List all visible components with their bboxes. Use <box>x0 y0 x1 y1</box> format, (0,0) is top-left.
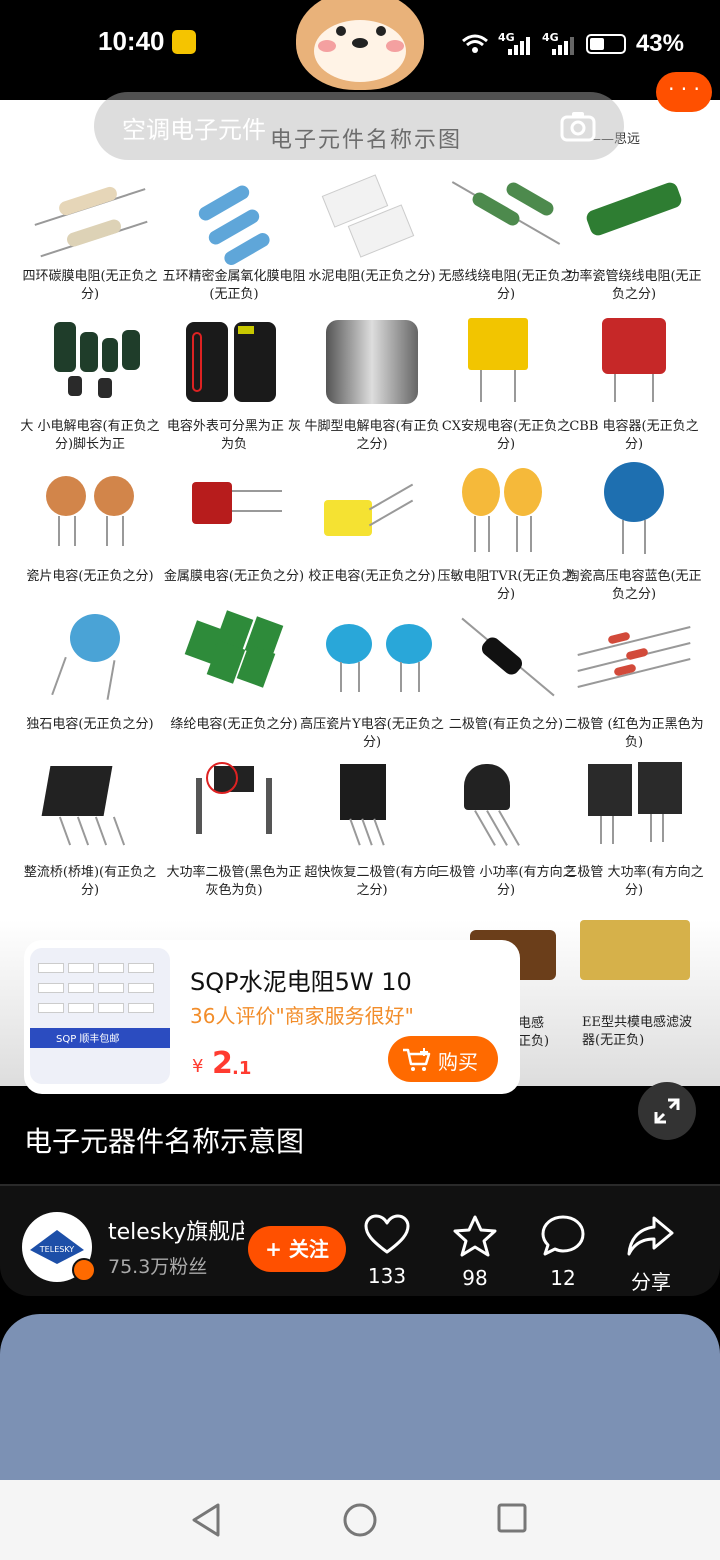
author-bar: TELESKY telesky旗舰店 75.3万粉丝 + 关注 133 98 1… <box>0 1186 720 1296</box>
component-partial <box>580 920 690 980</box>
product-card[interactable]: SQP 顺丰包邮 SQP水泥电阻5W 10 36人评价"商家服务很好" ¥ 2 … <box>24 940 520 1094</box>
price-integer: 2 <box>212 1046 233 1081</box>
system-nav-bar <box>0 1480 720 1560</box>
component-cell: 超快恢复二极管(有方向之分) <box>300 758 444 900</box>
component-cell: 五环精密金属氧化膜电阻(无正负) <box>162 162 306 304</box>
component-cell: 金属膜电容(无正负之分) <box>162 462 306 586</box>
menu-button[interactable]: · · · <box>656 72 712 112</box>
shop-badge-icon <box>72 1258 96 1282</box>
component-cell: 功率瓷管绕线电阻(无正负之分) <box>562 162 706 304</box>
component-cell: 无感线绕电阻(无正负之分) <box>434 162 578 304</box>
component-cell: 瓷片电容(无正负之分) <box>18 462 162 586</box>
cart-icon <box>403 1048 431 1071</box>
price-symbol: ¥ <box>192 1056 204 1077</box>
post-image[interactable]: 电子元件名称示图 ——思远 四环碳膜电阻(无正负之分) 五环精密金属氧化膜电阻(… <box>0 100 720 1086</box>
component-cell: 三极管 小功率(有方向之分) <box>434 758 578 900</box>
share-button[interactable]: 分享 <box>616 1214 686 1295</box>
product-name: SQP水泥电阻5W 10 <box>190 968 412 996</box>
product-review: 36人评价"商家服务很好" <box>190 1004 414 1028</box>
next-post-card[interactable] <box>0 1314 720 1484</box>
search-input[interactable]: 空调电子元件 <box>94 92 624 160</box>
battery-percent: 43% <box>635 30 684 57</box>
nav-recent-icon[interactable] <box>496 1502 528 1534</box>
share-label: 分享 <box>631 1270 671 1294</box>
component-cell: 绦纶电容(无正负之分) <box>162 610 306 734</box>
fan-count: 75.3万粉丝 <box>108 1256 208 1278</box>
post-caption: 电子元器件名称示意图 <box>24 1125 305 1158</box>
component-cell: 校正电容(无正负之分) <box>300 462 444 586</box>
component-cell: 大 小电解电容(有正负之分)脚长为正 <box>18 312 162 454</box>
wifi-icon <box>461 34 488 53</box>
expand-icon[interactable] <box>638 1082 696 1140</box>
component-cell: 四环碳膜电阻(无正负之分) <box>18 162 162 304</box>
mascot-decoration <box>296 0 424 90</box>
status-bar: 10:40 4G 4G 43% <box>0 0 720 90</box>
nav-home-icon[interactable] <box>342 1502 378 1538</box>
component-cell: 牛脚型电解电容(有正负之分) <box>300 312 444 454</box>
heart-icon <box>364 1214 410 1254</box>
comment-icon <box>541 1215 585 1256</box>
buy-button[interactable]: 购买 <box>388 1036 498 1082</box>
component-cell: 压敏电阻TVR(无正负之分) <box>434 462 578 604</box>
battery-icon <box>585 34 626 54</box>
component-cell: 二极管(有正负之分) <box>434 610 578 734</box>
component-cell: 水泥电阻(无正负之分) <box>300 162 444 286</box>
notification-icon <box>172 30 196 54</box>
camera-icon[interactable] <box>560 110 596 142</box>
component-cell: 大功率二极管(黑色为正 灰色为负) <box>162 758 306 900</box>
price-decimal: .1 <box>232 1058 252 1079</box>
signal-icon: 4G <box>498 31 532 55</box>
component-cell: 二极管 (红色为正黑色为负) <box>562 610 706 752</box>
component-cell: CX安规电容(无正负之分) <box>434 312 578 454</box>
component-cell: 电容外表可分黑为正 灰为负 <box>162 312 306 454</box>
component-cell: 陶瓷高压电容蓝色(无正负之分) <box>562 462 706 604</box>
comment-button[interactable]: 12 <box>528 1214 598 1290</box>
signal-icon: 4G <box>542 31 576 55</box>
favorite-count: 98 <box>462 1266 488 1290</box>
status-time: 10:40 <box>98 26 165 56</box>
product-thumbnail: SQP 顺丰包邮 <box>30 948 170 1084</box>
nav-back-icon[interactable] <box>190 1502 222 1538</box>
component-cell: 三极管 大功率(有方向之分) <box>562 758 706 900</box>
follow-button[interactable]: + 关注 <box>248 1226 346 1272</box>
comment-count: 12 <box>550 1266 576 1290</box>
share-icon <box>627 1216 674 1256</box>
star-icon <box>453 1215 497 1257</box>
component-cell: 整流桥(桥堆)(有正负之分) <box>18 758 162 900</box>
like-count: 133 <box>367 1264 407 1288</box>
component-cell: CBB 电容器(无正负之分) <box>562 312 706 454</box>
favorite-button[interactable]: 98 <box>440 1214 510 1290</box>
component-cell: 高压瓷片Y电容(无正负之分) <box>300 610 444 752</box>
back-icon[interactable] <box>38 104 74 140</box>
more-icon[interactable] <box>646 112 690 126</box>
component-cell: 独石电容(无正负之分) <box>18 610 162 734</box>
like-button[interactable]: 133 <box>352 1214 422 1288</box>
author-name[interactable]: telesky旗舰店 <box>108 1214 244 1246</box>
svg-text:TELESKY: TELESKY <box>39 1245 74 1254</box>
